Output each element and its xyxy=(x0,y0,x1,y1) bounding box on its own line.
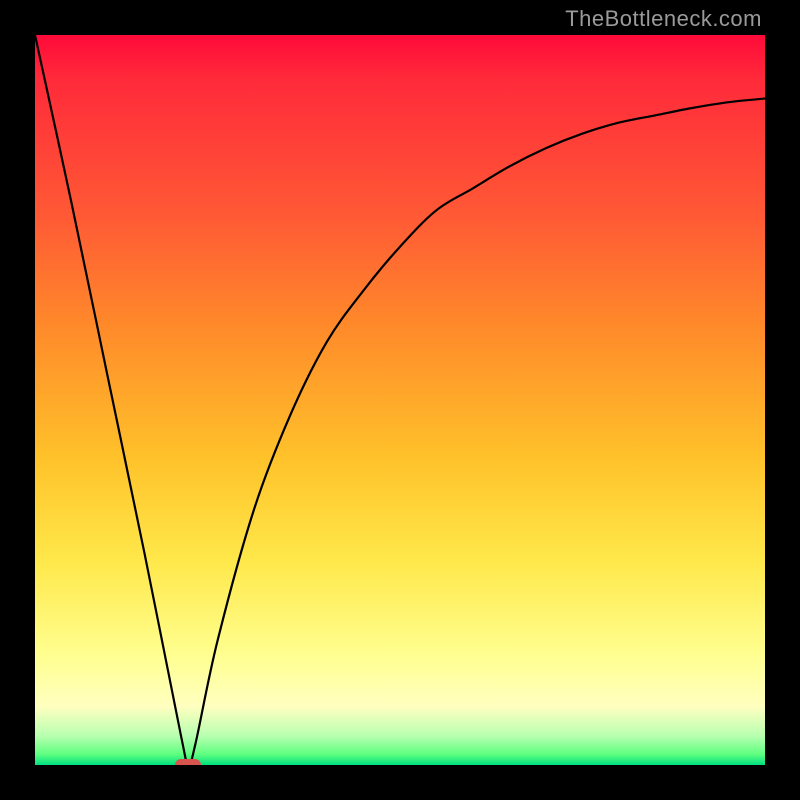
chart-frame: TheBottleneck.com xyxy=(0,0,800,800)
watermark-text: TheBottleneck.com xyxy=(565,6,762,32)
bottleneck-curve-path xyxy=(35,35,765,765)
optimal-marker xyxy=(175,759,201,765)
curve-layer xyxy=(35,35,765,765)
plot-area xyxy=(35,35,765,765)
